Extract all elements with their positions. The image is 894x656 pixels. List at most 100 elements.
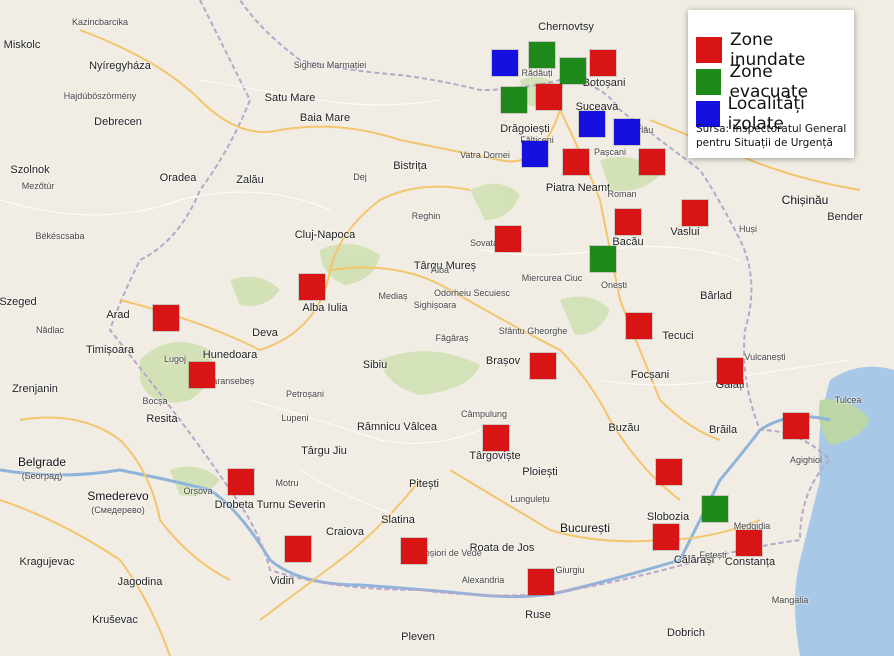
city-label-c66: Ruse — [525, 609, 551, 621]
city-label-c25: Bistrița — [393, 160, 427, 172]
city-label-c24: Zalău — [236, 174, 264, 186]
city-label-c43: Brașov — [485, 355, 521, 367]
city-label-c54: Vaslui — [670, 226, 700, 238]
city-label-c18: Jagodina — [117, 576, 163, 588]
flooded-zone-marker[interactable] — [682, 200, 708, 226]
legend-box: Zone inundate Zone evacuate Localități i… — [688, 10, 854, 158]
isolated-zone-marker[interactable] — [492, 50, 518, 76]
flooded-zone-marker[interactable] — [299, 274, 325, 300]
flooded-zone-marker[interactable] — [590, 50, 616, 76]
city-label-c29: Deva — [252, 327, 278, 339]
city-label-c6: Szolnok — [10, 164, 50, 176]
city-label-c50: Botoșani — [582, 77, 626, 89]
city-label-c94: Odorheiu Secuiesc — [433, 288, 511, 298]
flooded-zone-marker[interactable] — [653, 524, 679, 550]
city-label-c28: Alba Iulia — [302, 302, 348, 314]
city-label-c87: Lungulețu — [510, 494, 550, 504]
city-label-c89: Bocșa — [142, 396, 168, 406]
city-label-c4: Hajdúböszörmény — [63, 91, 137, 101]
city-label-c90: Orșova — [183, 486, 213, 496]
city-label-c95: Reghin — [411, 211, 441, 221]
flooded-zone-marker[interactable] — [736, 530, 762, 556]
city-label-c47: Bacău — [612, 236, 644, 248]
evacuated-zone-marker[interactable] — [702, 496, 728, 522]
city-label-c26: Cluj-Napoca — [294, 229, 356, 241]
evacuated-swatch — [696, 69, 722, 95]
city-label-c12: Zrenjanin — [12, 383, 58, 395]
city-label-c52: Chernovtsy — [538, 21, 594, 33]
city-label-c98: Vulcanești — [744, 352, 786, 362]
city-label-c75: Roman — [607, 189, 637, 199]
city-label-c51: Rădăuți — [521, 68, 553, 78]
city-label-c19: Kruševac — [92, 614, 138, 626]
evacuated-zone-marker[interactable] — [560, 58, 586, 84]
flooded-zone-marker[interactable] — [228, 469, 254, 495]
evacuated-zone-marker[interactable] — [501, 87, 527, 113]
city-label-c1: Kazincbarcika — [71, 17, 129, 27]
city-label-c23: Oradea — [159, 172, 197, 184]
city-label-c92: Petroșani — [285, 389, 325, 399]
flooded-zone-marker[interactable] — [153, 305, 179, 331]
city-label-c62: București — [559, 521, 611, 535]
city-label-c102: Alba — [430, 265, 450, 275]
city-label-c100: Mangalia — [771, 595, 809, 605]
flooded-zone-marker[interactable] — [639, 149, 665, 175]
city-label-c22: Sighetu Marmației — [293, 60, 367, 70]
flooded-zone-marker[interactable] — [285, 536, 311, 562]
city-label-c3: Nyíregyháza — [89, 60, 151, 72]
city-label-c56: Tecuci — [662, 330, 694, 342]
city-label-c82: Făgăraș — [435, 333, 469, 343]
city-label-c21: Baia Mare — [299, 112, 351, 124]
flooded-zone-marker[interactable] — [536, 84, 562, 110]
isolated-zone-marker[interactable] — [614, 119, 640, 145]
isolated-zone-marker[interactable] — [522, 141, 548, 167]
evacuated-zone-marker[interactable] — [590, 246, 616, 272]
city-label-c11: Timișoara — [86, 344, 134, 356]
city-label-c30: Hunedoara — [202, 349, 258, 361]
city-label-c55: Bârlad — [700, 290, 732, 302]
flooded-zone-marker[interactable] — [189, 362, 215, 388]
city-label-c60: Buzău — [608, 422, 640, 434]
flooded-zone-marker[interactable] — [563, 149, 589, 175]
city-label-c65: Constanța — [724, 556, 776, 568]
flooded-zone-marker[interactable] — [783, 413, 809, 439]
evacuated-zone-marker[interactable] — [529, 42, 555, 68]
city-label-c64: Fetești — [699, 550, 727, 560]
city-label-c97: Huși — [738, 224, 758, 234]
flooded-zone-marker[interactable] — [401, 538, 427, 564]
flooded-zone-marker[interactable] — [626, 313, 652, 339]
city-label-c9: Szeged — [0, 296, 37, 308]
city-label-c78: Drăgoiești — [500, 123, 550, 135]
city-label-c2: Miskolc — [3, 39, 41, 51]
isolated-zone-marker[interactable] — [579, 111, 605, 137]
city-label-c41: Târgoviște — [469, 450, 521, 462]
legend-source: Sursa: Inspectoratul General pentru Situ… — [696, 123, 847, 149]
city-label-c39: Slatina — [381, 514, 415, 526]
city-label-c84: Mediaș — [378, 291, 408, 301]
city-label-c16: (Смедерево) — [91, 505, 145, 515]
city-label-c99: Agighiol — [789, 455, 823, 465]
city-label-c8: Békéscsaba — [35, 231, 85, 241]
flooded-zone-marker[interactable] — [717, 358, 743, 384]
city-label-c40: Pitești — [409, 478, 439, 490]
city-label-c72: Vidin — [269, 575, 295, 587]
city-label-c31: Lugoj — [163, 354, 187, 364]
city-label-c85: Sighișoara — [413, 300, 457, 310]
flooded-zone-marker[interactable] — [656, 459, 682, 485]
city-label-c73: Pleven — [401, 631, 435, 643]
city-label-c15: Smederevo — [87, 489, 149, 503]
city-label-c81: Sovata — [469, 238, 499, 248]
flooded-zone-marker[interactable] — [615, 209, 641, 235]
flooded-zone-marker[interactable] — [528, 569, 554, 595]
city-label-c42: Ploiești — [522, 466, 558, 478]
flooded-swatch — [696, 37, 722, 63]
flooded-zone-marker[interactable] — [530, 353, 556, 379]
city-label-c86: Roata de Jos — [469, 542, 535, 554]
city-label-c20: Satu Mare — [264, 92, 316, 104]
city-label-c70: Chișinău — [781, 193, 829, 207]
flooded-zone-marker[interactable] — [483, 425, 509, 451]
city-label-c10: Arad — [106, 309, 130, 321]
city-label-c14: (Београд) — [21, 471, 63, 481]
flooded-zone-marker[interactable] — [495, 226, 521, 252]
city-label-c46: Piatra Neamț — [545, 182, 611, 194]
